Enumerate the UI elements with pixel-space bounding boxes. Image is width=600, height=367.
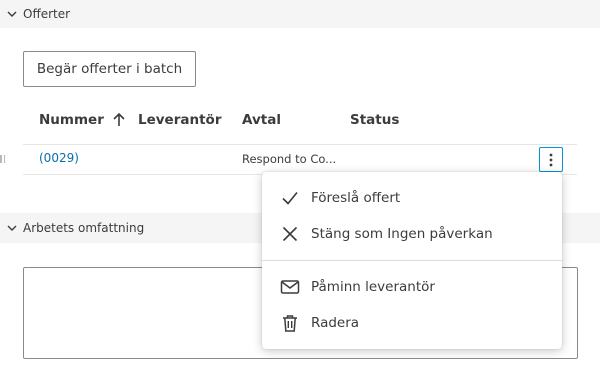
request-offers-batch-button[interactable]: Begär offerter i batch bbox=[23, 51, 196, 87]
chevron-down-icon bbox=[6, 8, 18, 20]
menu-item-label: Radera bbox=[311, 315, 360, 331]
more-vertical-icon bbox=[549, 153, 553, 167]
offers-section-title: Offerter bbox=[23, 7, 71, 21]
table-row-divider bbox=[23, 144, 577, 145]
close-icon bbox=[280, 224, 300, 244]
menu-item-label: Påminn leverantör bbox=[311, 279, 435, 295]
column-header-contract[interactable]: Avtal bbox=[242, 112, 281, 128]
offer-number-link[interactable]: (0029) bbox=[39, 151, 79, 165]
row-actions-menu: Föreslå offert Stäng som Ingen påverkan … bbox=[262, 172, 562, 349]
menu-item-label: Föreslå offert bbox=[311, 190, 401, 206]
menu-item-delete[interactable]: Radera bbox=[262, 306, 562, 340]
column-header-status-label: Status bbox=[350, 112, 400, 128]
column-header-number[interactable]: Nummer bbox=[39, 112, 126, 128]
row-more-actions-button[interactable] bbox=[539, 147, 563, 172]
column-header-status[interactable]: Status bbox=[350, 112, 399, 128]
checkmark-icon bbox=[280, 188, 300, 208]
column-header-number-label: Nummer bbox=[39, 112, 104, 128]
chevron-down-icon bbox=[6, 222, 18, 234]
column-header-supplier-label: Leverantör bbox=[138, 112, 222, 128]
offers-section-header[interactable]: Offerter bbox=[0, 0, 600, 28]
envelope-icon bbox=[280, 277, 300, 297]
menu-item-label: Stäng som Ingen påverkan bbox=[311, 226, 493, 242]
scope-section-title: Arbetets omfattning bbox=[23, 221, 145, 235]
menu-item-close-no-impact[interactable]: Stäng som Ingen påverkan bbox=[262, 217, 562, 251]
drag-handle-icon[interactable] bbox=[0, 155, 6, 165]
menu-divider bbox=[262, 260, 562, 261]
offer-contract-cell: Respond to Co... bbox=[242, 152, 337, 166]
menu-item-remind-supplier[interactable]: Påminn leverantör bbox=[262, 270, 562, 304]
column-header-contract-label: Avtal bbox=[242, 112, 281, 128]
trash-icon bbox=[280, 313, 300, 333]
column-header-supplier[interactable]: Leverantör bbox=[138, 112, 221, 128]
sort-ascending-icon[interactable] bbox=[112, 112, 126, 128]
menu-item-propose-offer[interactable]: Föreslå offert bbox=[262, 181, 562, 215]
